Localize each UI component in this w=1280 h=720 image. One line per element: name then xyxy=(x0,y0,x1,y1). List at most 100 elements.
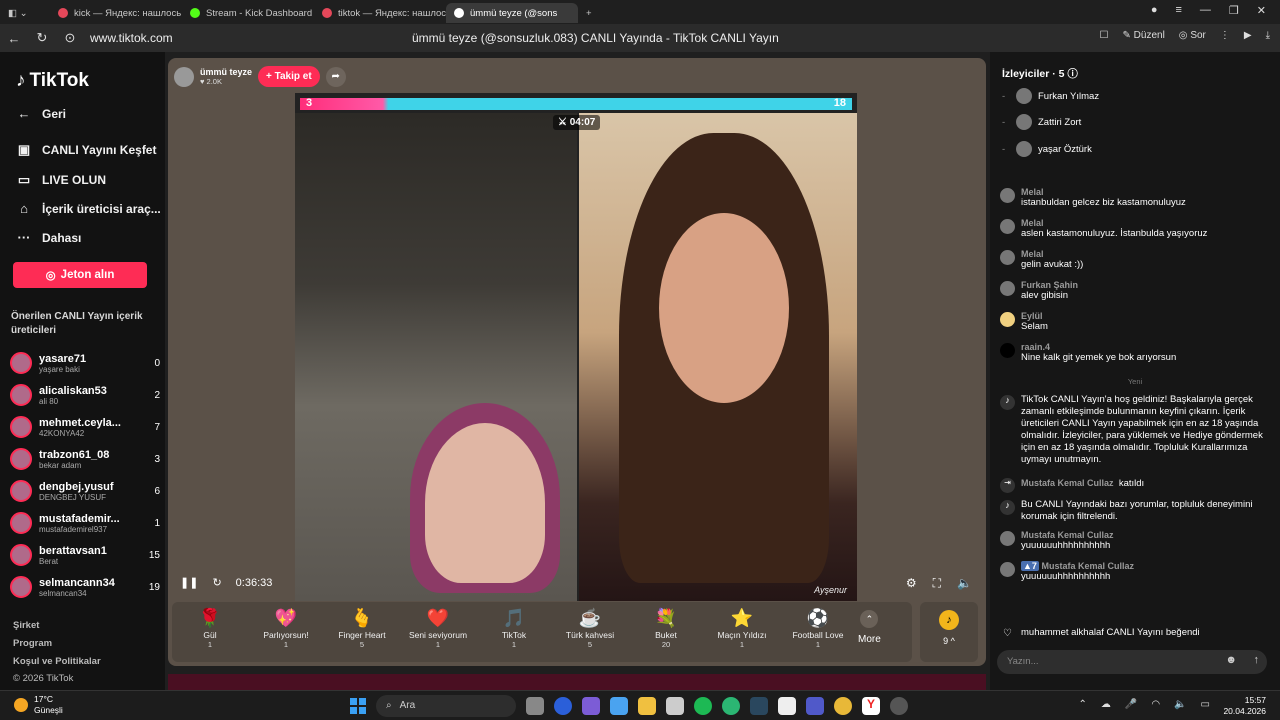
onedrive-icon[interactable]: ☁ xyxy=(1101,699,1111,710)
sidebar-item-go-live[interactable]: ▭ LIVE OLUN xyxy=(16,172,106,188)
store-icon[interactable] xyxy=(778,697,796,715)
sidebar-item-more[interactable]: ··· Dahası xyxy=(16,230,82,245)
tab-1[interactable]: kick — Яндекс: нашлось 1 xyxy=(50,3,182,23)
creator-item[interactable]: dengbej.yusuf DENGBEJ YUSUF 6 xyxy=(10,477,160,505)
volume-icon[interactable]: 🔈 xyxy=(1174,699,1186,710)
chevron-up-icon[interactable]: ⌃ xyxy=(1079,699,1087,710)
weather-widget[interactable]: 17°C Güneşli xyxy=(14,694,63,716)
avatar xyxy=(10,544,32,566)
sidebar-item-explore[interactable]: ▣ CANLI Yayını Keşfet xyxy=(16,142,157,158)
gift-item[interactable]: 🎵 TikTok 1 xyxy=(476,608,552,649)
gift-item[interactable]: 🫰 Finger Heart 5 xyxy=(324,608,400,649)
close-icon[interactable]: ✕ xyxy=(1257,4,1266,17)
maximize-icon[interactable]: ❐ xyxy=(1229,4,1239,17)
send-icon[interactable]: ↑ xyxy=(1254,654,1260,666)
gift-item[interactable]: ⚽ Football Love 1 xyxy=(780,608,856,649)
avatar[interactable] xyxy=(174,66,194,87)
app-icon[interactable] xyxy=(582,697,600,715)
yandex-icon xyxy=(322,8,332,18)
settings-icon[interactable]: ⚙ xyxy=(906,576,917,591)
heart-outline-icon: ♡ xyxy=(1003,628,1012,639)
browser-menu[interactable]: ◧ ⌄ xyxy=(0,3,50,23)
chat-input[interactable]: Yazın... ☻ ↑ xyxy=(997,650,1267,674)
tab-2[interactable]: Stream - Kick Dashboard xyxy=(182,3,314,23)
coin-balance[interactable]: ♪ 9 ^ xyxy=(920,602,978,662)
back-icon[interactable]: ← xyxy=(0,31,28,46)
yandex-browser-icon[interactable]: Y xyxy=(862,697,880,715)
download-icon[interactable]: ⤓ xyxy=(1266,30,1270,41)
teams-icon[interactable] xyxy=(806,697,824,715)
creator-item[interactable]: berattavsan1 Berat 15 xyxy=(10,541,160,569)
footer-link-program[interactable]: Program xyxy=(13,638,52,649)
viewer-item[interactable]: - Zattiri Zort xyxy=(1002,114,1081,130)
gift-item[interactable]: 🌹 Gül 1 xyxy=(172,608,248,649)
avatar xyxy=(10,416,32,438)
creator-item[interactable]: mustafademir... mustafademirel937 1 xyxy=(10,509,160,537)
creator-item[interactable]: mehmet.ceyla... 42KONYA42 7 xyxy=(10,413,160,441)
settings-icon[interactable] xyxy=(890,697,908,715)
more-icon[interactable]: ⋮ xyxy=(1220,30,1230,41)
site-info-icon[interactable]: ⊙ xyxy=(56,30,84,46)
footer-link-company[interactable]: Şirket xyxy=(13,620,39,631)
edit-button[interactable]: ✎ Düzenl xyxy=(1122,30,1164,41)
minimize-icon[interactable]: — xyxy=(1200,4,1211,17)
emoji-icon[interactable]: ☻ xyxy=(1225,654,1237,666)
photos-icon[interactable] xyxy=(666,697,684,715)
avatar xyxy=(1000,188,1015,203)
ea-app-icon[interactable] xyxy=(554,697,572,715)
info-icon[interactable]: ⓘ xyxy=(1067,68,1078,80)
chrome-icon[interactable] xyxy=(834,697,852,715)
edge-icon[interactable] xyxy=(722,697,740,715)
creator-item[interactable]: yasare71 yaşare baki 0 xyxy=(10,349,160,377)
windows-start-icon[interactable] xyxy=(350,698,366,714)
footer-link-terms[interactable]: Koşul ve Politikalar xyxy=(13,656,101,667)
creator-item[interactable]: selmancann34 selmancan34 19 xyxy=(10,573,160,601)
chat-message: Furkan Şahin alev gibisin xyxy=(1000,280,1265,302)
profile-icon[interactable]: ● xyxy=(1151,4,1158,17)
menu-icon[interactable]: ≡ xyxy=(1175,4,1181,17)
creator-item[interactable]: trabzon61_08 bekar adam 3 xyxy=(10,445,160,473)
gift-item[interactable]: ❤️ Seni seviyorum 1 xyxy=(400,608,476,649)
mic-icon[interactable]: 🎤 xyxy=(1125,699,1137,710)
tab-4[interactable]: ümmü teyze (@sons xyxy=(446,3,578,23)
spotify-icon[interactable] xyxy=(694,697,712,715)
chevron-up-icon: ⌃ xyxy=(860,610,879,628)
follow-button[interactable]: + Takip et xyxy=(258,66,320,87)
new-tab-button[interactable]: + xyxy=(578,3,602,23)
clock[interactable]: 15:57 20.04.2026 xyxy=(1223,695,1266,717)
viewer-item[interactable]: - Furkan Yılmaz xyxy=(1002,88,1099,104)
copilot-icon[interactable] xyxy=(610,697,628,715)
url-field[interactable]: www.tiktok.com xyxy=(90,31,173,45)
refresh-icon[interactable]: ↻ xyxy=(212,576,221,589)
taskbar-search[interactable]: ⌕ Ara xyxy=(376,695,516,717)
sidebar-item-back[interactable]: ← Geri xyxy=(16,106,67,121)
more-gifts-button[interactable]: ⌃ More xyxy=(858,610,881,645)
join-message: ⇥ Mustafa Kemal Cullaz katıldı xyxy=(1000,477,1265,493)
bookmark-icon[interactable]: ☐ xyxy=(1100,30,1109,41)
pause-icon[interactable]: ❚❚ xyxy=(180,576,198,589)
file-explorer-icon[interactable] xyxy=(638,697,656,715)
creator-item[interactable]: alicaliskan53 ali 80 2 xyxy=(10,381,160,409)
battle-video[interactable]: 3 18 Ayşenur ⚔ 04:07 xyxy=(295,93,857,601)
sidebar-item-creator-tools[interactable]: ⌂ İçerik üreticisi araç... xyxy=(16,201,161,216)
avatar xyxy=(10,512,32,534)
wifi-icon[interactable]: ◠ xyxy=(1151,699,1160,710)
share-icon[interactable]: ➦ xyxy=(325,66,346,87)
tiktok-logo[interactable]: ♪ TikTok xyxy=(16,70,89,92)
ask-button[interactable]: ◎ Sor xyxy=(1179,30,1206,41)
reload-icon[interactable]: ↻ xyxy=(28,30,56,46)
viewer-item[interactable]: - yaşar Öztürk xyxy=(1002,141,1092,157)
steam-icon[interactable] xyxy=(750,697,768,715)
fullscreen-icon[interactable]: ⛶ xyxy=(933,576,941,591)
get-coins-button[interactable]: ◎ Jeton alın xyxy=(13,262,147,288)
host-name[interactable]: ümmü teyze xyxy=(200,67,252,77)
gift-item[interactable]: 💐 Buket 20 xyxy=(628,608,704,649)
tab-3[interactable]: tiktok — Яндекс: нашлось xyxy=(314,3,446,23)
media-icon[interactable]: ▶ xyxy=(1244,30,1252,41)
gift-item[interactable]: 💖 Parlıyorsun! 1 xyxy=(248,608,324,649)
gift-item[interactable]: ⭐ Maçın Yıldızı 1 xyxy=(704,608,780,649)
gift-item[interactable]: ☕ Türk kahvesi 5 xyxy=(552,608,628,649)
volume-icon[interactable]: 🔈 xyxy=(957,576,972,591)
task-view-icon[interactable] xyxy=(526,697,544,715)
battery-icon[interactable]: ▭ xyxy=(1201,699,1210,710)
